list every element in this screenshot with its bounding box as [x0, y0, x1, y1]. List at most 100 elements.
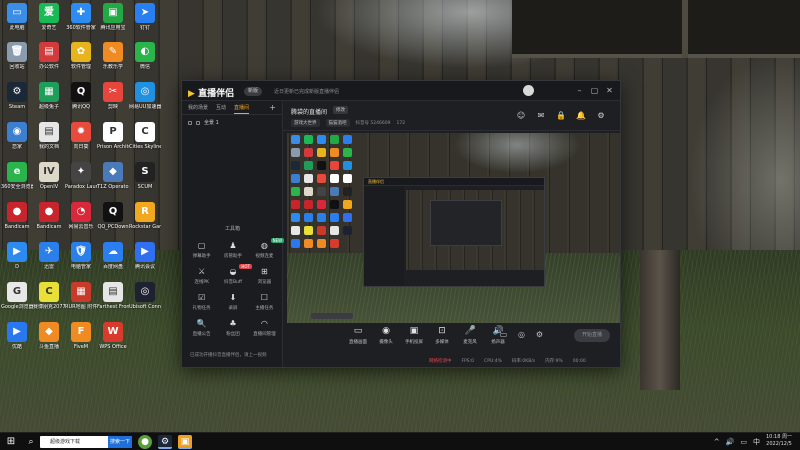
close-button[interactable]: ✕ — [605, 86, 614, 95]
search-input[interactable]: 超级游戏下载 搜索一下 — [40, 436, 132, 448]
tool-item[interactable]: ♣ 粉丝团 — [217, 319, 248, 337]
network-icon[interactable]: ▭ — [740, 436, 747, 448]
desktop-icon[interactable]: ◉ 恋家 — [1, 122, 33, 150]
desktop-icon[interactable]: ▶ 腾讯会议 — [129, 242, 161, 270]
bell-icon[interactable]: 🔔 — [576, 111, 586, 121]
desktop-icon[interactable]: 🛡 电脑管家 — [65, 242, 97, 270]
desktop-icon[interactable]: F FiveM — [65, 322, 97, 350]
taskbar-steam-icon[interactable]: ⚙ — [158, 435, 172, 449]
gear-icon[interactable]: ⚙ — [596, 111, 606, 121]
tool-item[interactable]: ⊞ 浏览器 — [249, 267, 280, 285]
desktop-icon[interactable]: C Cities Skylines — [129, 122, 161, 150]
tool-item[interactable]: 🔍 直播公告 — [186, 319, 217, 337]
desktop-icon[interactable]: ✦ Paradox Launcher v2 — [65, 162, 97, 190]
screen-capture-button[interactable]: ▭ 直播画面 — [343, 326, 373, 345]
version-badge[interactable]: 新版 — [244, 87, 263, 96]
maximize-button[interactable]: ▢ — [590, 86, 599, 95]
desktop-icon[interactable]: ✎ 乐教乐学 — [97, 42, 129, 70]
lock-icon[interactable] — [196, 120, 200, 125]
desktop-icon[interactable]: ▶ D — [1, 242, 33, 270]
phone-cast-button[interactable]: ▣ 手机投屏 — [399, 326, 429, 345]
desktop-icon[interactable]: 爱爱奇艺 — [33, 3, 65, 31]
tool-item[interactable]: ☑ 礼物任务 — [186, 293, 217, 311]
scene-item[interactable]: 全景 1 — [182, 115, 282, 130]
desktop-icon[interactable]: S SCUM — [129, 162, 161, 190]
tab-scenes[interactable]: 我的场景 — [188, 101, 208, 114]
desktop-icon[interactable]: R Rockstar Games — [129, 202, 161, 230]
tab-interaction[interactable]: 互动 — [216, 101, 226, 114]
desktop-icon[interactable]: C 赛博朋克2077 — [33, 282, 65, 310]
edit-room-button[interactable]: 修改 — [333, 106, 348, 114]
desktop-icon[interactable]: ▤ 我的文档 — [33, 122, 65, 150]
bottom-notice[interactable]: 已成功开播抖音直播伴侣，请上一视频 — [190, 352, 267, 358]
window-titlebar[interactable]: ▶ 直播伴侣 新版 近日更新已完成新版直播伴侣 – ▢ ✕ — [182, 81, 620, 101]
title-notice[interactable]: 近日更新已完成新版直播伴侣 — [274, 88, 339, 95]
search-icon[interactable]: ⌕ — [25, 436, 37, 448]
desktop-icon[interactable]: ◆ T1Z Operator — [97, 162, 129, 190]
tool-item[interactable]: ◒ 抖音Buff HOT — [217, 264, 252, 285]
desktop-icon[interactable]: 🗑 回收站 — [1, 42, 33, 70]
desktop-icon[interactable]: ▶ 优酷 — [1, 322, 33, 350]
search-button[interactable]: 搜索一下 — [108, 436, 132, 448]
tool-item[interactable]: ⚔ 连线PK — [186, 267, 217, 285]
message-icon[interactable]: ✉ — [536, 111, 546, 121]
target-icon[interactable]: ◎ — [517, 330, 526, 339]
desktop-icon[interactable]: e 360安全浏览器 — [1, 162, 33, 190]
minimize-button[interactable]: – — [575, 86, 584, 95]
desktop-icon[interactable]: ✂ 剪映 — [97, 82, 129, 110]
desktop-icon[interactable]: ▤ Farthest Frontier — [97, 282, 129, 310]
taskbar-live-companion-icon[interactable]: ▣ — [178, 435, 192, 449]
desktop-icon[interactable]: Q QQ_PCDown — [97, 202, 129, 230]
desktop-icon[interactable]: G Google浏览器 — [1, 282, 33, 310]
tool-item[interactable]: ◠ 直播间管理 — [249, 319, 280, 337]
desktop-icon[interactable]: ◎ 网易UU加速器 — [129, 82, 161, 110]
tool-item[interactable]: ⬇ 录屏 — [217, 293, 248, 311]
desktop-icon[interactable]: ● Bandicam — [33, 202, 65, 230]
avatar[interactable] — [523, 85, 534, 96]
desktop-icon[interactable]: ◆ 斗鱼直播 — [33, 322, 65, 350]
desktop-icon[interactable]: ⚙ Steam — [1, 82, 33, 110]
desktop-icon[interactable]: W WPS Office — [97, 322, 129, 350]
taskbar-browser-icon[interactable]: ● — [138, 435, 152, 449]
desktop-icon[interactable]: ▦ 超级兔子 — [33, 82, 65, 110]
tool-item[interactable]: ▢ 弹幕助手 — [186, 241, 217, 259]
microphone-button[interactable]: 🎤 麦克风 — [455, 326, 485, 345]
tool-item[interactable]: ♟ 房管助手 — [217, 241, 248, 259]
start-live-button[interactable]: 开始直播 — [574, 329, 610, 342]
desktop-icon[interactable]: ✚ 360软件管家 — [65, 3, 97, 31]
clock[interactable]: 10:18 周一 2022/12/5 — [766, 434, 792, 448]
desktop-icon[interactable]: ☁ 百度网盘 — [97, 242, 129, 270]
desktop-icon[interactable]: Q 腾讯QQ — [65, 82, 97, 110]
desktop-icon[interactable]: IV OpenIV — [33, 162, 65, 190]
live-preview[interactable] — [287, 133, 620, 323]
tab-live-room[interactable]: 直播间 — [234, 101, 250, 114]
multimedia-button[interactable]: ⊡ 多媒体 — [427, 326, 457, 345]
tool-item[interactable]: ◍ 视频连麦 NEW — [249, 238, 285, 259]
desktop-icon[interactable]: P Prison Architect — [97, 122, 129, 150]
desktop-icon[interactable]: ▭ 此电脑 — [1, 3, 33, 31]
eye-icon[interactable] — [188, 120, 192, 125]
tag-chip[interactable]: 猫猫酒吧 — [325, 119, 350, 127]
live-companion-window[interactable]: ▶ 直播伴侣 新版 近日更新已完成新版直播伴侣 – ▢ ✕ 我的场景 互动 直播… — [181, 80, 621, 368]
desktop-icon[interactable]: ➤ 钉钉 — [129, 3, 161, 31]
windows-start-icon[interactable]: ⊞ — [5, 436, 17, 448]
desktop-icon[interactable]: ◎ Ubisoft Connect — [129, 282, 161, 310]
desktop-icon[interactable]: ✈ 迅雷 — [33, 242, 65, 270]
desktop-icon[interactable]: ◔ 网易云音乐 — [65, 202, 97, 230]
desktop-icon[interactable]: ✹ 向日葵 — [65, 122, 97, 150]
input-method-icon[interactable]: 中 — [753, 436, 760, 448]
tool-item[interactable]: ☐ 主播任务 — [249, 293, 280, 311]
desktop-icon[interactable]: ◐ 微信 — [129, 42, 161, 70]
camera-button[interactable]: ◉ 摄像头 — [371, 326, 401, 345]
volume-icon[interactable]: 🔊 — [726, 436, 735, 448]
desktop-icon[interactable]: ▦ RUR地图 附件包 — [65, 282, 97, 310]
gear-icon[interactable]: ⚙ — [535, 330, 544, 339]
desktop-icon[interactable]: ▣ 腾讯应用宝 — [97, 3, 129, 31]
add-scene-button[interactable]: + — [269, 101, 276, 114]
lock-icon[interactable]: 🔒 — [556, 111, 566, 121]
category-chip[interactable]: 游戏大世界 — [291, 119, 320, 127]
face-icon[interactable]: ☺ — [516, 111, 526, 121]
desktop-icon[interactable]: ● Bandicam — [1, 202, 33, 230]
record-icon[interactable]: ▭ — [499, 330, 508, 339]
chevron-up-icon[interactable]: ^ — [714, 436, 720, 448]
